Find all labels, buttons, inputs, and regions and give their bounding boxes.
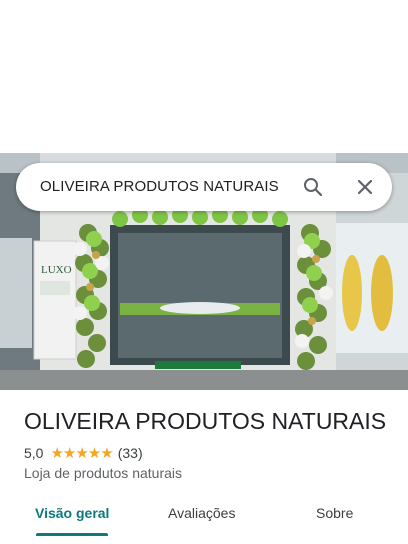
search-icon[interactable]	[301, 175, 325, 199]
rating-row[interactable]: 5,0 ★★★★★ (33)	[24, 444, 143, 462]
tab-bar: Visão geral Avaliações Sobre	[0, 492, 408, 536]
search-query[interactable]: OLIVEIRA PRODUTOS NATURAIS	[40, 178, 279, 195]
tab-overview[interactable]: Visão geral	[35, 505, 109, 521]
review-count[interactable]: (33)	[118, 445, 143, 461]
banner-text: LUXO	[41, 264, 72, 276]
star-icons: ★★★★★	[50, 445, 113, 462]
close-icon[interactable]	[353, 175, 377, 199]
tab-about[interactable]: Sobre	[316, 505, 353, 521]
active-tab-indicator	[36, 533, 108, 536]
place-title: OLIVEIRA PRODUTOS NATURAIS	[24, 408, 387, 434]
rating-value: 5,0	[24, 445, 44, 461]
place-category: Loja de produtos naturais	[24, 465, 182, 481]
tab-reviews[interactable]: Avaliações	[168, 505, 235, 521]
search-bar[interactable]: OLIVEIRA PRODUTOS NATURAIS	[16, 163, 392, 211]
